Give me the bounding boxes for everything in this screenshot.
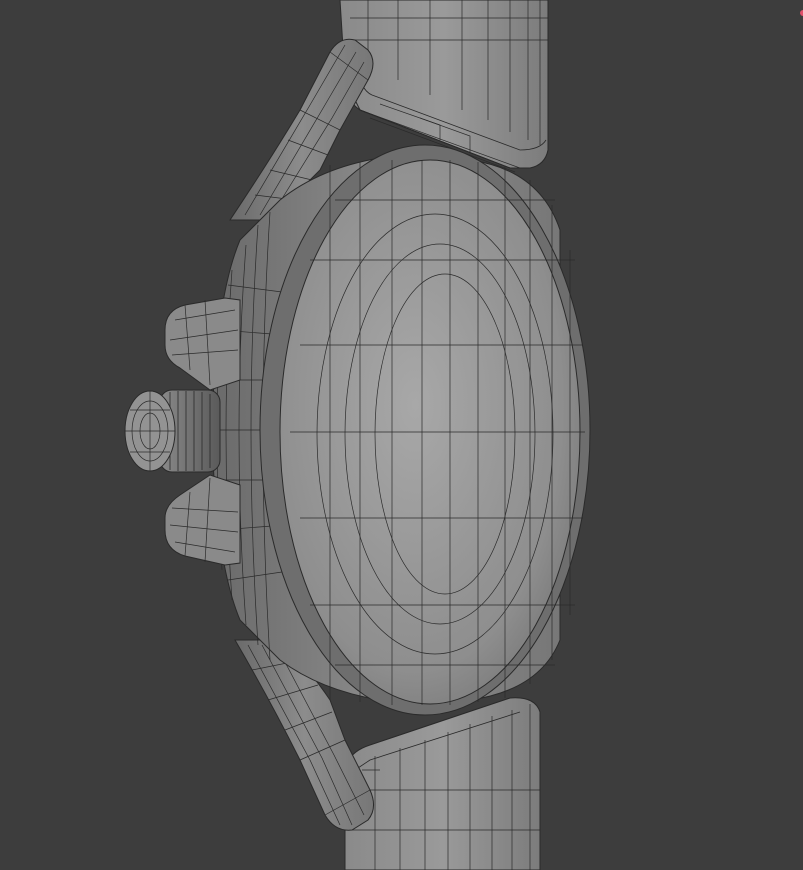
crown[interactable]	[124, 389, 221, 473]
case-back[interactable]	[259, 144, 591, 716]
3d-viewport[interactable]	[0, 0, 803, 870]
watch-mesh-wireframe	[124, 0, 591, 870]
crown-guard-bottom[interactable]	[164, 474, 241, 566]
strap-top[interactable]	[339, 0, 549, 173]
crown-guard-top[interactable]	[164, 297, 241, 391]
strap-bottom[interactable]	[344, 697, 541, 870]
